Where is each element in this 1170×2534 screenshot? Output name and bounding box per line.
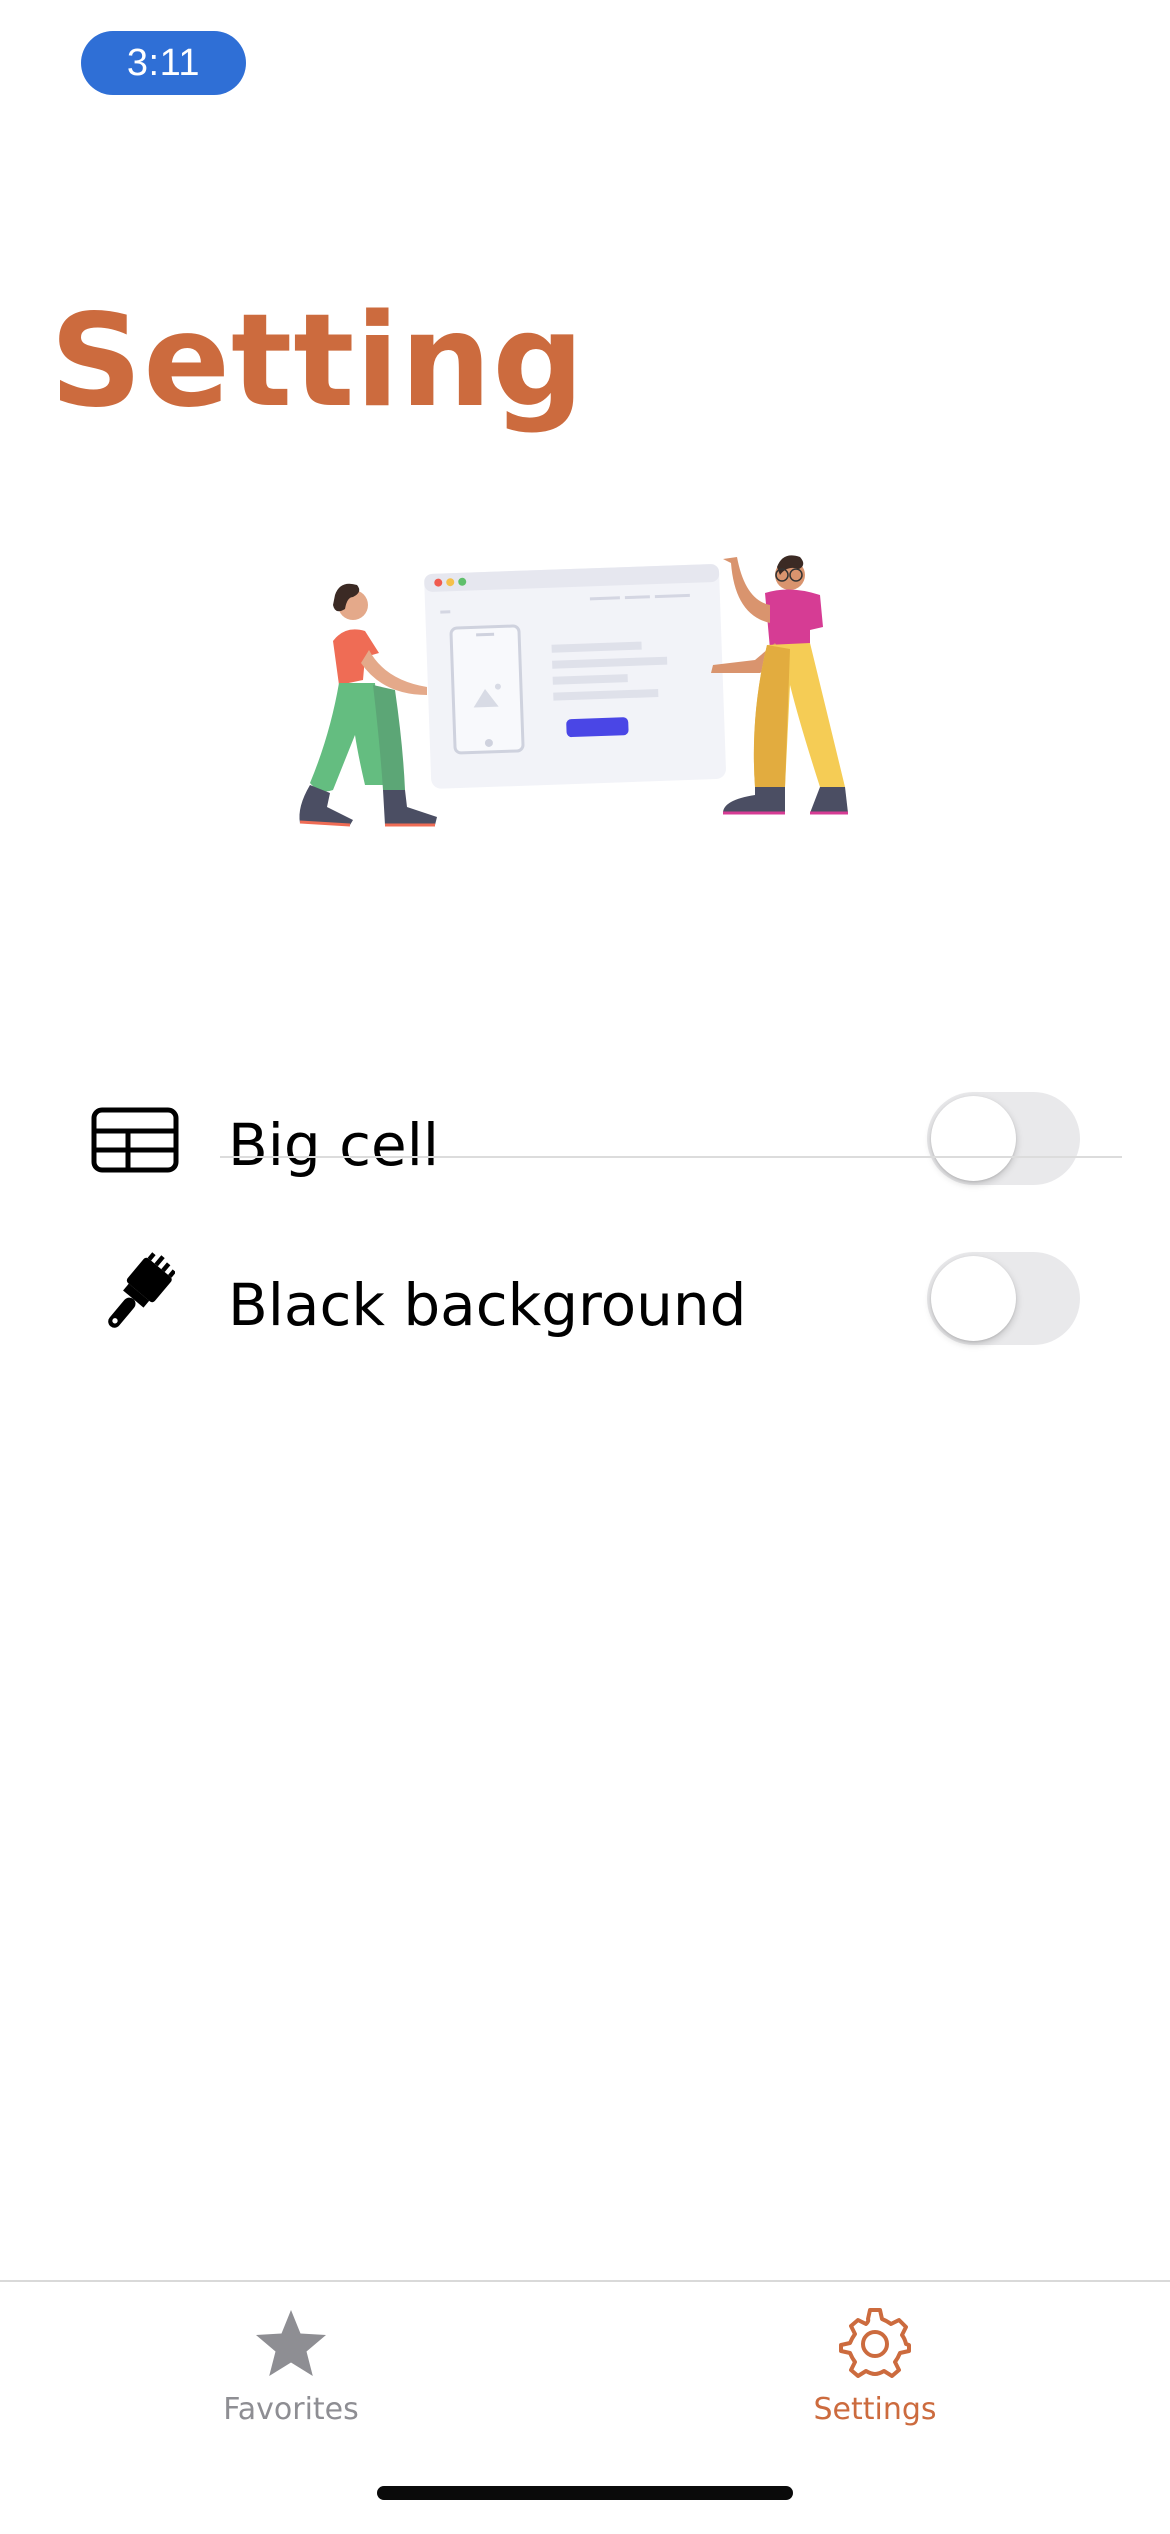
home-indicator <box>377 2486 793 2500</box>
page-title: Setting <box>50 287 585 436</box>
settings-list: Big cell Black background <box>0 1060 1170 1380</box>
paintbrush-icon <box>108 1252 175 1328</box>
setting-row-black-background[interactable]: Black background <box>0 1220 1170 1380</box>
gear-icon <box>839 2308 911 2378</box>
big-cell-toggle[interactable] <box>927 1092 1080 1185</box>
toggle-knob <box>931 1256 1016 1341</box>
status-bar-time: 3:11 <box>81 31 246 95</box>
setting-label-big-cell: Big cell <box>228 1111 439 1179</box>
black-background-toggle[interactable] <box>927 1252 1080 1345</box>
tab-settings[interactable]: Settings <box>725 2306 1025 2456</box>
tab-label-settings: Settings <box>813 2392 937 2427</box>
setting-label-black-background: Black background <box>228 1271 747 1339</box>
setting-row-big-cell[interactable]: Big cell <box>0 1060 1170 1220</box>
table-grid-icon <box>91 1107 179 1173</box>
tab-label-favorites: Favorites <box>223 2392 359 2427</box>
row-divider <box>220 1156 1122 1158</box>
tab-favorites[interactable]: Favorites <box>141 2306 441 2456</box>
star-icon <box>256 2310 326 2376</box>
toggle-knob <box>931 1096 1016 1181</box>
illustration-people-holding-screen <box>299 555 848 827</box>
